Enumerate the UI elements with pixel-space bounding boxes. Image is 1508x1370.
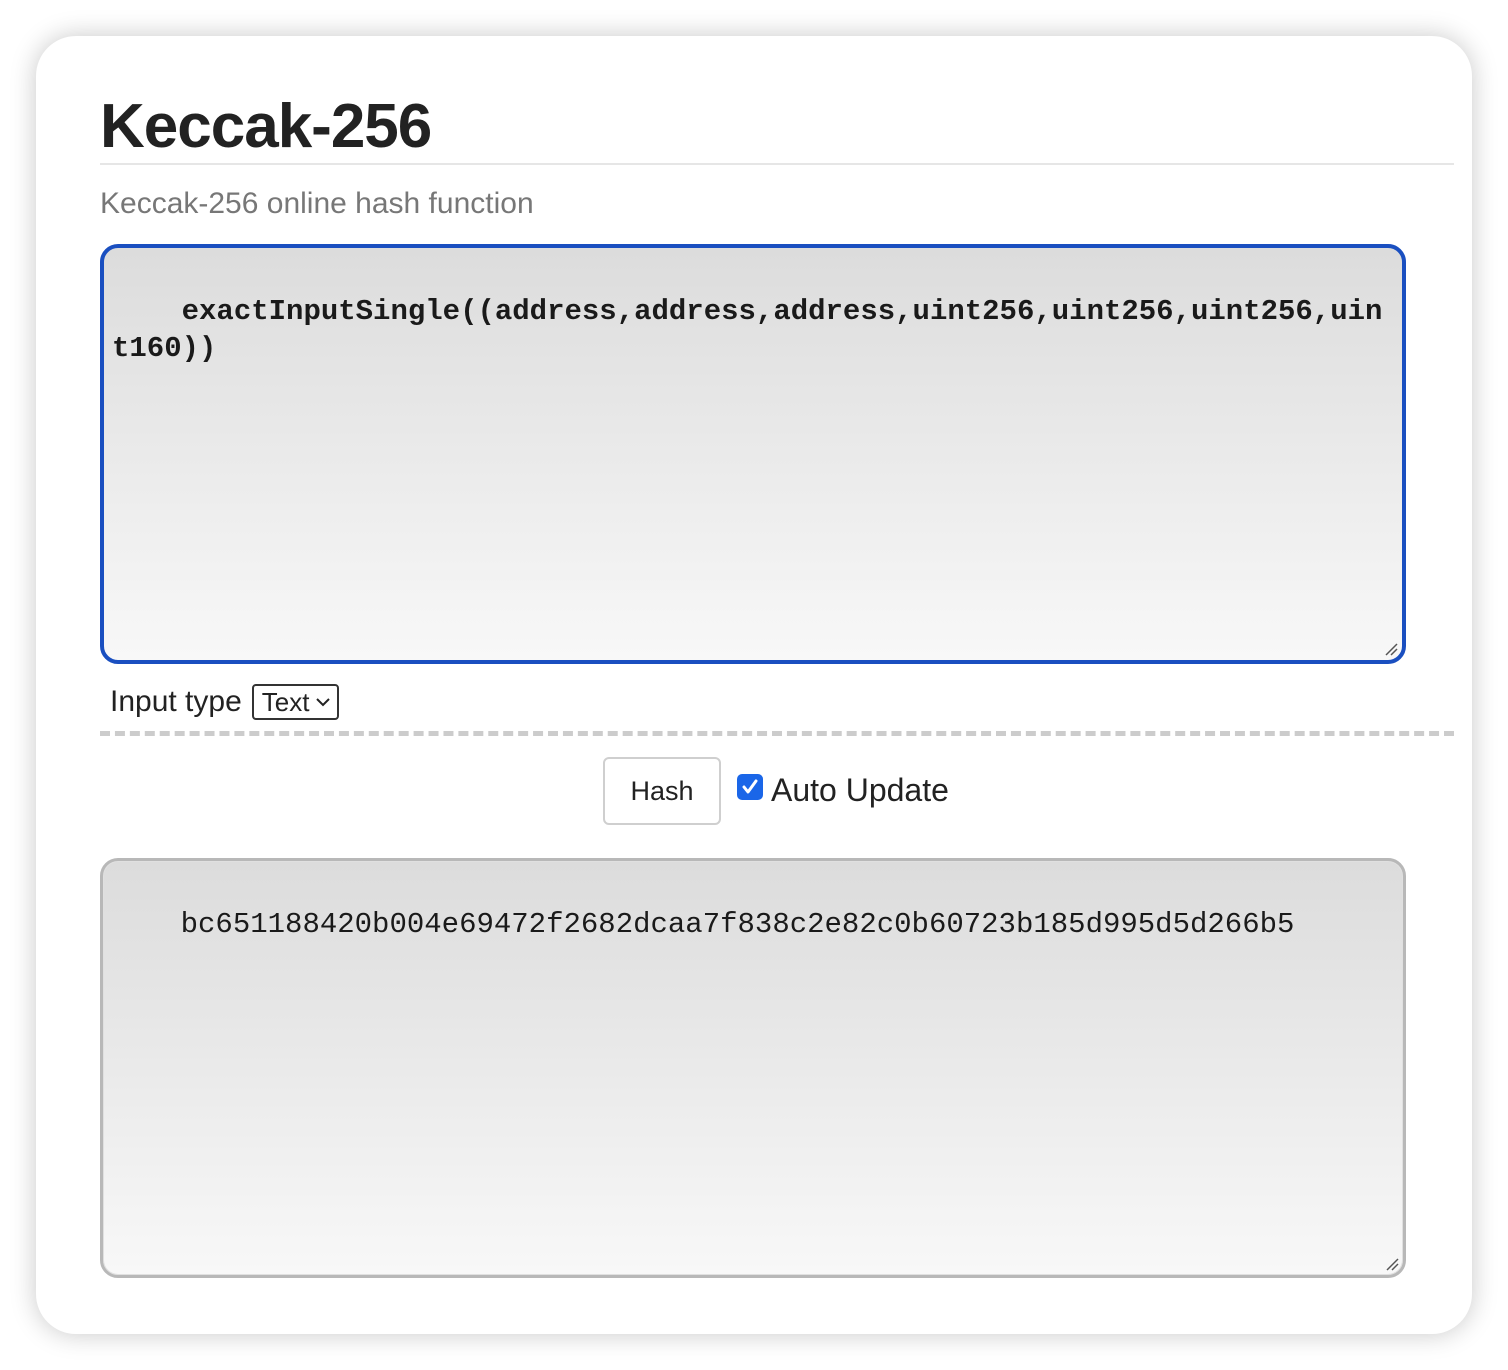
output-textarea[interactable]: bc651188420b004e69472f2682dcaa7f838c2e82…: [100, 858, 1406, 1278]
hash-button[interactable]: Hash: [603, 757, 721, 825]
page-subtitle: Keccak-256 online hash function: [100, 187, 534, 220]
auto-update-label: Auto Update: [771, 771, 949, 808]
input-type-row: Input type Text: [110, 680, 340, 724]
resize-grip-icon[interactable]: [1385, 1257, 1399, 1271]
input-text: exactInputSingle((address,address,addres…: [112, 295, 1383, 365]
input-textarea[interactable]: exactInputSingle((address,address,addres…: [100, 244, 1406, 664]
auto-update-toggle[interactable]: Auto Update: [737, 770, 949, 810]
output-hash: bc651188420b004e69472f2682dcaa7f838c2e82…: [180, 908, 1295, 941]
input-type-selected: Text: [261, 686, 310, 717]
page-title: Keccak-256: [100, 92, 432, 161]
hash-card: Keccak-256 Keccak-256 online hash functi…: [36, 36, 1472, 1334]
checkmark-icon: [742, 779, 758, 794]
title-divider: [100, 163, 1454, 165]
input-type-select[interactable]: Text: [251, 684, 340, 720]
auto-update-checkbox[interactable]: [737, 774, 763, 800]
section-divider: [100, 731, 1454, 736]
resize-grip-icon[interactable]: [1384, 642, 1398, 656]
input-type-label: Input type: [110, 685, 242, 718]
chevron-down-icon: [316, 698, 331, 707]
